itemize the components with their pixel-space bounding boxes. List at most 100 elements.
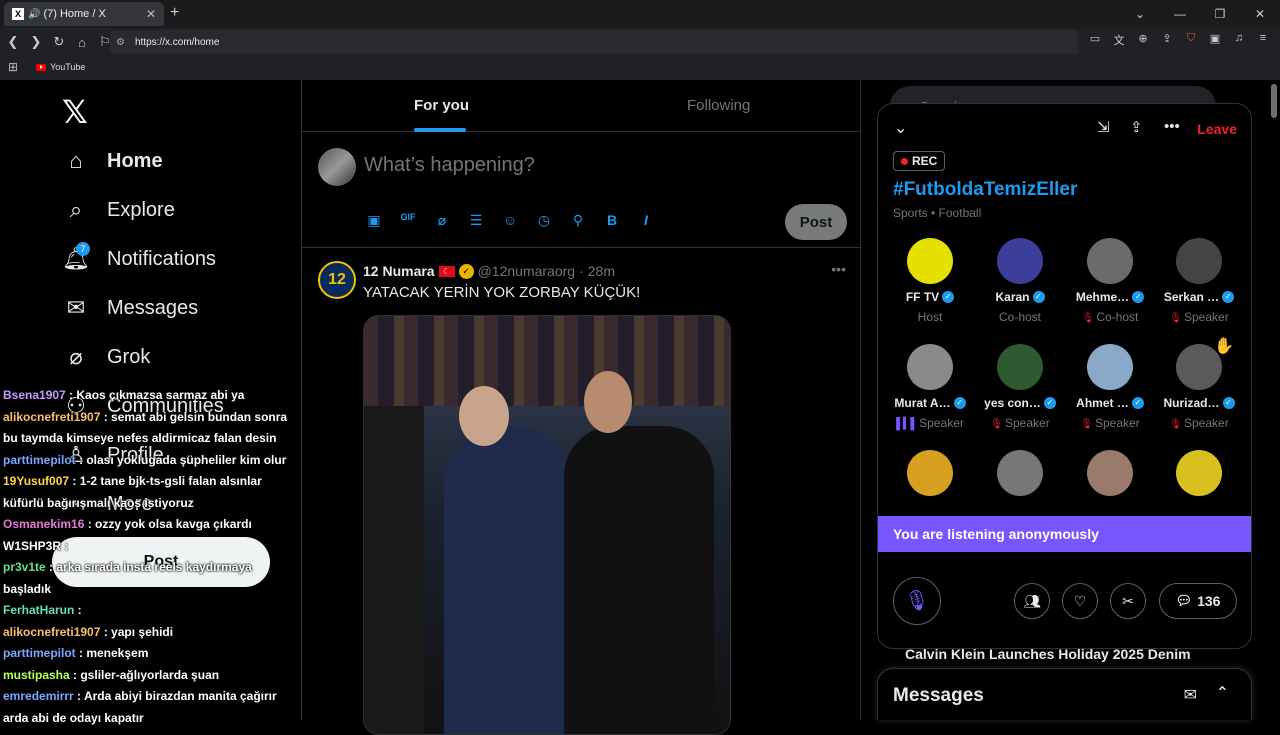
bold-icon[interactable]: B: [602, 212, 622, 229]
avatar[interactable]: [318, 148, 356, 186]
participant[interactable]: [1154, 450, 1244, 496]
x-logo-icon[interactable]: 𝕏: [62, 93, 88, 131]
gif-icon[interactable]: GIF: [398, 212, 418, 229]
heart-plus-icon[interactable]: ♡: [1062, 583, 1098, 619]
sidebar-item-messages[interactable]: ✉ Messages: [62, 293, 198, 323]
participant[interactable]: [975, 450, 1065, 496]
participant[interactable]: [1065, 450, 1155, 496]
sidebar-item-home[interactable]: ⌂ Home: [62, 146, 162, 176]
participant-avatar[interactable]: [1176, 450, 1222, 496]
participant[interactable]: ✋ Nurizad… ✓ 🎙︎ Speaker: [1154, 338, 1244, 430]
participant-avatar[interactable]: [907, 238, 953, 284]
new-message-icon[interactable]: ✉: [1184, 685, 1197, 705]
chat-username[interactable]: 19Yusuf007: [3, 474, 69, 488]
tab-following[interactable]: Following: [687, 80, 750, 132]
browser-tab[interactable]: X 🔊 (7) Home / X ✕: [4, 2, 164, 26]
bookmark-youtube[interactable]: YouTube: [36, 62, 85, 72]
participant-avatar[interactable]: [907, 450, 953, 496]
sidebar-icon[interactable]: ▣: [1206, 32, 1224, 48]
share-icon[interactable]: ⇪: [1158, 32, 1176, 48]
emoji-icon[interactable]: ☺: [500, 212, 520, 229]
share-icon[interactable]: ⇪: [1130, 118, 1143, 136]
close-window-icon[interactable]: ✕: [1240, 0, 1280, 28]
leave-button[interactable]: Leave: [1197, 121, 1237, 137]
chat-username[interactable]: FerhatHarun: [3, 603, 74, 617]
participant[interactable]: Murat A… ✓ ▌▍▌ Speaker: [885, 344, 975, 430]
post-button[interactable]: Post: [785, 204, 847, 240]
participant-avatar[interactable]: [997, 450, 1043, 496]
people-icon[interactable]: 👥︎: [1014, 583, 1050, 619]
trend-item[interactable]: Calvin Klein Launches Holiday 2025 Denim: [905, 646, 1191, 662]
home-browser-icon[interactable]: ⌂: [72, 35, 92, 50]
cast-icon[interactable]: ▭: [1086, 32, 1104, 48]
participant-avatar[interactable]: [997, 238, 1043, 284]
music-icon[interactable]: ♫: [1230, 32, 1248, 48]
participant[interactable]: FF TV ✓ Host: [885, 238, 975, 324]
participant[interactable]: Ahmet … ✓ 🎙︎ Speaker: [1065, 344, 1155, 430]
speaker-icon[interactable]: 🔊: [28, 9, 40, 20]
participant[interactable]: [885, 450, 975, 496]
new-tab-icon[interactable]: +: [170, 4, 179, 22]
site-info-icon[interactable]: ⚙: [116, 37, 125, 48]
zoom-icon[interactable]: ⊕: [1134, 32, 1152, 48]
location-icon[interactable]: ⚲: [568, 212, 588, 229]
italic-icon[interactable]: I: [636, 212, 656, 229]
participant-avatar[interactable]: [1087, 450, 1133, 496]
chat-username[interactable]: parttimepilot: [3, 453, 76, 467]
tweet[interactable]: 12 12 Numara ☾ ✓ @12numaraorg · 28m ••• …: [302, 249, 862, 735]
compose-input[interactable]: What’s happening?: [364, 154, 535, 177]
participant[interactable]: Serkan … ✓ 🎙︎ Speaker: [1154, 238, 1244, 324]
more-options-icon[interactable]: •••: [831, 261, 846, 277]
chat-username[interactable]: Osmanekim16: [3, 517, 84, 531]
close-tab-icon[interactable]: ✕: [146, 7, 156, 21]
participant-avatar[interactable]: [997, 344, 1043, 390]
apps-grid-icon[interactable]: ⊞: [8, 60, 18, 74]
schedule-icon[interactable]: ◷: [534, 212, 554, 229]
tweet-avatar[interactable]: 12: [318, 261, 356, 299]
microphone-icon[interactable]: 🎙︎: [893, 577, 941, 625]
address-bar[interactable]: ⚙ https://x.com/home: [110, 30, 1078, 54]
reload-icon[interactable]: ↻: [49, 34, 69, 50]
menu-icon[interactable]: ≡: [1254, 32, 1272, 48]
tab-search-icon[interactable]: ⌄: [1120, 0, 1160, 28]
chevron-down-icon[interactable]: ⌄: [894, 118, 907, 138]
participant-avatar[interactable]: [1176, 238, 1222, 284]
tweet-author-name[interactable]: 12 Numara: [363, 263, 435, 279]
grok-icon[interactable]: ⌀: [432, 212, 452, 229]
chat-username[interactable]: W1SHP3R: [3, 539, 61, 553]
tweet-time[interactable]: 28m: [588, 263, 615, 279]
translate-icon[interactable]: 文: [1110, 32, 1128, 48]
participant-avatar[interactable]: [1087, 238, 1133, 284]
chat-username[interactable]: parttimepilot: [3, 646, 76, 660]
sidebar-item-grok[interactable]: ⌀ Grok: [62, 342, 150, 372]
participant-avatar[interactable]: [1087, 344, 1133, 390]
participant[interactable]: yes con… ✓ 🎙︎ Speaker: [975, 344, 1065, 430]
shield-icon[interactable]: ⛉: [1182, 32, 1200, 48]
expand-icon[interactable]: ⌃: [1216, 683, 1229, 703]
chat-username[interactable]: alikocnefreti1907: [3, 410, 100, 424]
scrollbar[interactable]: [1271, 84, 1277, 118]
clip-icon[interactable]: ✂: [1110, 583, 1146, 619]
restore-icon[interactable]: ❐: [1200, 0, 1240, 28]
participant[interactable]: Mehme… ✓ 🎙︎ Co-host: [1065, 238, 1155, 324]
sidebar-item-explore[interactable]: ⌕ Explore: [62, 195, 175, 225]
participant[interactable]: Karan ✓ Co-host: [975, 238, 1065, 324]
messages-drawer[interactable]: Messages ✉ ⌃: [877, 668, 1252, 720]
chat-username[interactable]: alikocnefreti1907: [3, 625, 100, 639]
participant-avatar[interactable]: [907, 344, 953, 390]
chat-username[interactable]: pr3v1te: [3, 560, 46, 574]
forward-icon[interactable]: ❯: [26, 34, 46, 50]
chat-username[interactable]: mustipasha: [3, 668, 70, 682]
tweet-handle[interactable]: @12numaraorg: [478, 263, 576, 279]
chat-username[interactable]: Bsena1907: [3, 388, 66, 402]
image-icon[interactable]: ▣: [364, 212, 384, 229]
comments-button[interactable]: 💬︎ 136: [1159, 583, 1237, 619]
chat-username[interactable]: emredemirrr: [3, 689, 74, 703]
back-icon[interactable]: ❮: [3, 34, 23, 50]
tab-for-you[interactable]: For you: [414, 80, 469, 132]
space-title[interactable]: #FutboldaTemizEller: [893, 179, 1077, 201]
minimize-icon[interactable]: —: [1160, 0, 1200, 28]
poll-icon[interactable]: ☰: [466, 212, 486, 229]
more-icon[interactable]: •••: [1164, 118, 1180, 135]
minimize-space-icon[interactable]: ⇲: [1097, 118, 1110, 136]
